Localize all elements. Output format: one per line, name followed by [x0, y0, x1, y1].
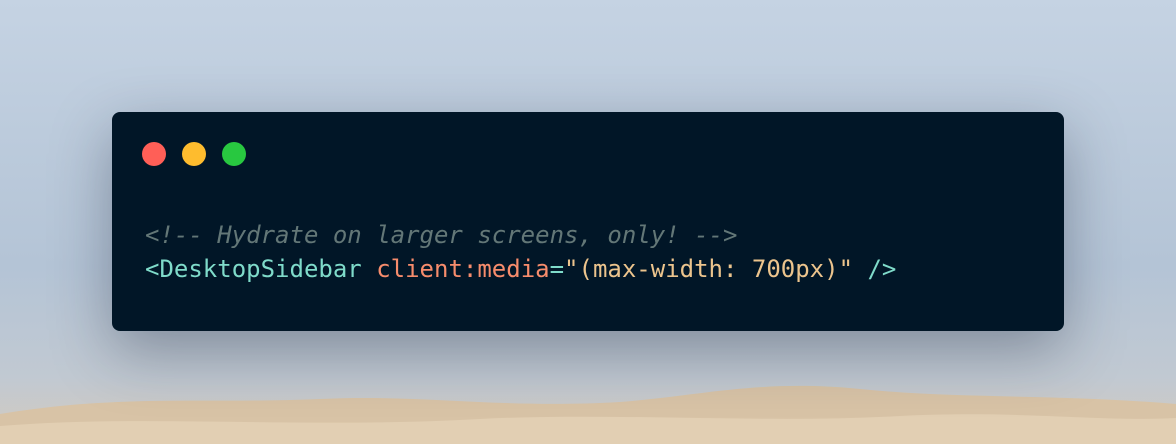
maximize-window-button[interactable] [222, 142, 246, 166]
code-window: <!-- Hydrate on larger screens, only! --… [112, 112, 1064, 331]
code-comment: <!-- Hydrate on larger screens, only! --… [145, 221, 738, 249]
code-tag-close: /> [867, 255, 897, 283]
code-line-comment: <!-- Hydrate on larger screens, only! --… [145, 218, 896, 252]
code-equals: = [549, 255, 565, 283]
code-attribute-name: client:media [376, 255, 550, 283]
desert-dunes-background [0, 385, 1176, 444]
code-tag-open: <DesktopSidebar [145, 255, 362, 283]
minimize-window-button[interactable] [182, 142, 206, 166]
close-window-button[interactable] [142, 142, 166, 166]
code-attribute-value: "(max-width: 700px)" [564, 255, 854, 283]
window-controls [142, 142, 246, 166]
code-block: <!-- Hydrate on larger screens, only! --… [145, 218, 896, 286]
code-line-component: <DesktopSidebar client:media="(max-width… [145, 252, 896, 286]
